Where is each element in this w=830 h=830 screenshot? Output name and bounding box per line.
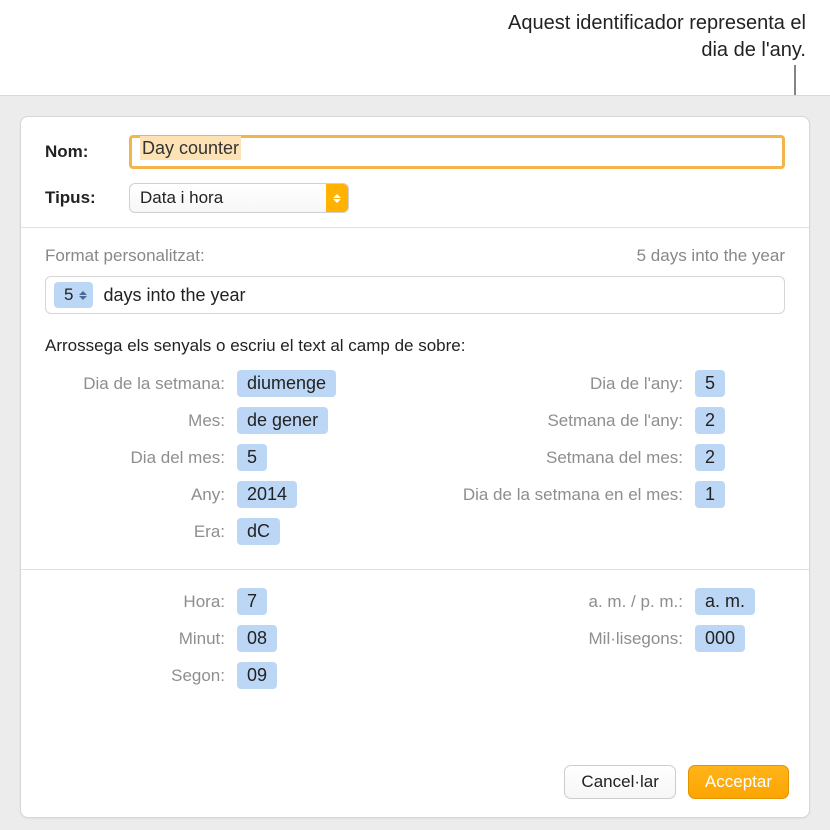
draggable-token[interactable]: 7 bbox=[237, 588, 267, 615]
type-label: Tipus: bbox=[45, 188, 123, 208]
token-label: Any: bbox=[45, 485, 225, 505]
instruction-text: Arrossega els senyals o escriu el text a… bbox=[45, 336, 785, 356]
date-tokens-grid: Dia de la setmana: diumenge Mes: de gener Di… bbox=[45, 370, 785, 555]
token-row: Dia de la setmana: diumenge bbox=[45, 370, 409, 397]
time-tokens-grid: Hora:7Minut:08Segon:09 a. m. / p. m.:a. … bbox=[45, 588, 785, 699]
draggable-token[interactable]: a. m. bbox=[695, 588, 755, 615]
draggable-token[interactable]: diumenge bbox=[237, 370, 336, 397]
token-row: Minut: 08 bbox=[45, 625, 409, 652]
type-select-value: Data i hora bbox=[140, 188, 223, 208]
draggable-token[interactable]: 09 bbox=[237, 662, 277, 689]
format-builder-field[interactable]: 5 days into the year bbox=[45, 276, 785, 314]
name-input-value: Day counter bbox=[140, 136, 241, 160]
token-row: Era: dC bbox=[45, 518, 409, 545]
draggable-token[interactable]: 2 bbox=[695, 407, 725, 434]
token-row: Dia de l'any: 5 bbox=[421, 370, 785, 397]
token-label: Mes: bbox=[45, 411, 225, 431]
draggable-token[interactable]: 2 bbox=[695, 444, 725, 471]
token-row: Mes: de gener bbox=[45, 407, 409, 434]
draggable-token[interactable]: de gener bbox=[237, 407, 328, 434]
draggable-token[interactable]: 2014 bbox=[237, 481, 297, 508]
format-text-after: days into the year bbox=[103, 285, 245, 306]
type-select[interactable]: Data i hora bbox=[129, 183, 349, 213]
token-row: Mil·lisegons: 000 bbox=[421, 625, 785, 652]
draggable-token[interactable]: 5 bbox=[237, 444, 267, 471]
token-row: Any: 2014 bbox=[45, 481, 409, 508]
token-label: Minut: bbox=[45, 629, 225, 649]
token-row: Dia del mes: 5 bbox=[45, 444, 409, 471]
draggable-token[interactable]: 000 bbox=[695, 625, 745, 652]
draggable-token[interactable]: 1 bbox=[695, 481, 725, 508]
token-row: Setmana de l'any: 2 bbox=[421, 407, 785, 434]
token-label: Mil·lisegons: bbox=[421, 629, 683, 649]
dialog-footer: Cancel·lar Acceptar bbox=[21, 751, 809, 817]
token-label: Setmana del mes: bbox=[421, 448, 683, 468]
chevron-updown-icon bbox=[326, 184, 348, 212]
token-label: Dia de la setmana en el mes: bbox=[421, 485, 683, 505]
cancel-button[interactable]: Cancel·lar bbox=[564, 765, 675, 799]
token-label: Hora: bbox=[45, 592, 225, 612]
token-label: Setmana de l'any: bbox=[421, 411, 683, 431]
token-label: Era: bbox=[45, 522, 225, 542]
token-row: Hora: 7 bbox=[45, 588, 409, 615]
chevron-updown-icon bbox=[79, 291, 87, 300]
name-label: Nom: bbox=[45, 142, 123, 162]
format-token-day-of-year[interactable]: 5 bbox=[54, 282, 93, 308]
token-row: Dia de la setmana en el mes: 1 bbox=[421, 481, 785, 508]
accept-button[interactable]: Acceptar bbox=[688, 765, 789, 799]
token-row: a. m. / p. m.: a. m. bbox=[421, 588, 785, 615]
name-input[interactable]: Day counter bbox=[129, 135, 785, 169]
token-label: Dia de la setmana: bbox=[45, 374, 225, 394]
token-label: Dia del mes: bbox=[45, 448, 225, 468]
format-header-label: Format personalitzat: bbox=[45, 246, 205, 266]
draggable-token[interactable]: 08 bbox=[237, 625, 277, 652]
format-dialog: Nom: Day counter Tipus: Data i hora Form… bbox=[20, 116, 810, 818]
callout-text: Aquest identificador representa el dia d… bbox=[476, 10, 806, 64]
draggable-token[interactable]: 5 bbox=[695, 370, 725, 397]
token-label: a. m. / p. m.: bbox=[421, 592, 683, 612]
format-token-value: 5 bbox=[64, 285, 73, 305]
token-row: Segon: 09 bbox=[45, 662, 409, 689]
token-label: Dia de l'any: bbox=[421, 374, 683, 394]
draggable-token[interactable]: dC bbox=[237, 518, 280, 545]
format-preview: 5 days into the year bbox=[637, 246, 785, 266]
token-label: Segon: bbox=[45, 666, 225, 686]
token-row: Setmana del mes: 2 bbox=[421, 444, 785, 471]
dialog-backdrop: Nom: Day counter Tipus: Data i hora Form… bbox=[0, 95, 830, 830]
